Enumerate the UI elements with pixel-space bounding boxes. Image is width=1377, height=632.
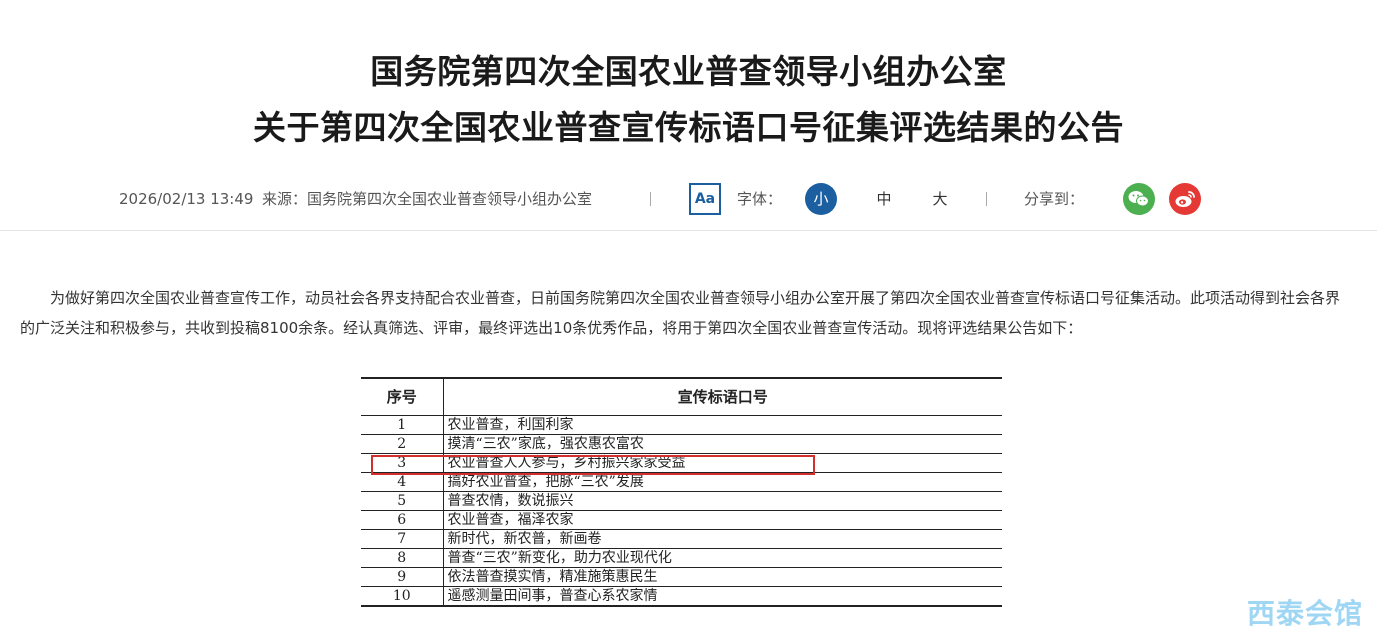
column-header-number: 序号 — [361, 377, 444, 416]
meta-divider — [650, 192, 651, 206]
row-slogan: 普查农情，数说振兴 — [443, 491, 1002, 511]
row-slogan: 农业普查，福泽农家 — [443, 510, 1002, 530]
watermark-logo: 西泰会馆 — [1247, 597, 1364, 630]
font-size-large-button[interactable]: 大 — [925, 182, 955, 216]
font-size-small-button[interactable]: 小 — [805, 183, 837, 215]
row-highlight-box — [371, 455, 815, 475]
publish-date: 2026/02/13 13:49 — [119, 190, 254, 208]
row-number: 5 — [361, 491, 444, 511]
font-size-icon: Aa — [689, 183, 721, 215]
table-row: 1 农业普查，利国利家 — [361, 415, 1002, 435]
article-meta-bar: 2026/02/13 13:49 来源：国务院第四次全国农业普查领导小组办公室 … — [0, 182, 1377, 216]
row-number: 7 — [361, 529, 444, 549]
slogan-table: 序号 宣传标语口号 1 农业普查，利国利家 2 摸清“三农”家底，强农惠农富农 3农… — [361, 377, 1002, 607]
row-number: 6 — [361, 510, 444, 530]
table-row: 2 摸清“三农”家底，强农惠农富农 — [361, 434, 1002, 454]
row-slogan: 普查“三农”新变化，助力农业现代化 — [443, 548, 1002, 568]
row-number: 2 — [361, 434, 444, 454]
table-header-row: 序号 宣传标语口号 — [361, 377, 1002, 416]
title-line-2: 关于第四次全国农业普查宣传标语口号征集评选结果的公告 — [253, 108, 1124, 147]
row-slogan: 遥感测量田间事，普查心系农家情 — [443, 586, 1002, 607]
font-size-label: 字体： — [737, 190, 783, 208]
weibo-icon — [1175, 191, 1195, 207]
column-header-slogan: 宣传标语口号 — [443, 377, 1002, 416]
weibo-share-button[interactable] — [1169, 183, 1201, 215]
table-row: 5 普查农情，数说振兴 — [361, 491, 1002, 511]
table-row: 6 农业普查，福泽农家 — [361, 510, 1002, 530]
table-row: 8 普查“三农”新变化，助力农业现代化 — [361, 548, 1002, 568]
row-slogan: 新时代，新农普，新画卷 — [443, 529, 1002, 549]
table-row: 7 新时代，新农普，新画卷 — [361, 529, 1002, 549]
title-line-1: 国务院第四次全国农业普查领导小组办公室 — [370, 52, 1007, 91]
article-paragraph: 为做好第四次全国农业普查宣传工作，动员社会各界支持配合农业普查，日前国务院第四次… — [20, 289, 1341, 337]
table-row: 10 遥感测量田间事，普查心系农家情 — [361, 586, 1002, 607]
row-slogan: 农业普查，利国利家 — [443, 415, 1002, 435]
article-title: 国务院第四次全国农业普查领导小组办公室 关于第四次全国农业普查宣传标语口号征集评… — [0, 44, 1377, 156]
header-divider — [0, 230, 1377, 231]
meta-divider — [986, 192, 987, 206]
source-label: 来源：国务院第四次全国农业普查领导小组办公室 — [262, 190, 593, 208]
row-number: 8 — [361, 548, 444, 568]
wechat-icon — [1128, 191, 1149, 207]
wechat-share-button[interactable] — [1123, 183, 1155, 215]
row-number: 10 — [361, 586, 444, 607]
row-slogan: 摸清“三农”家底，强农惠农富农 — [443, 434, 1002, 454]
share-label: 分享到： — [1024, 190, 1085, 208]
table-row: 9 依法普查摸实情，精准施策惠民生 — [361, 567, 1002, 587]
row-number: 9 — [361, 567, 444, 587]
font-size-medium-button[interactable]: 中 — [869, 182, 899, 216]
row-slogan: 依法普查摸实情，精准施策惠民生 — [443, 567, 1002, 587]
row-number: 1 — [361, 415, 444, 435]
